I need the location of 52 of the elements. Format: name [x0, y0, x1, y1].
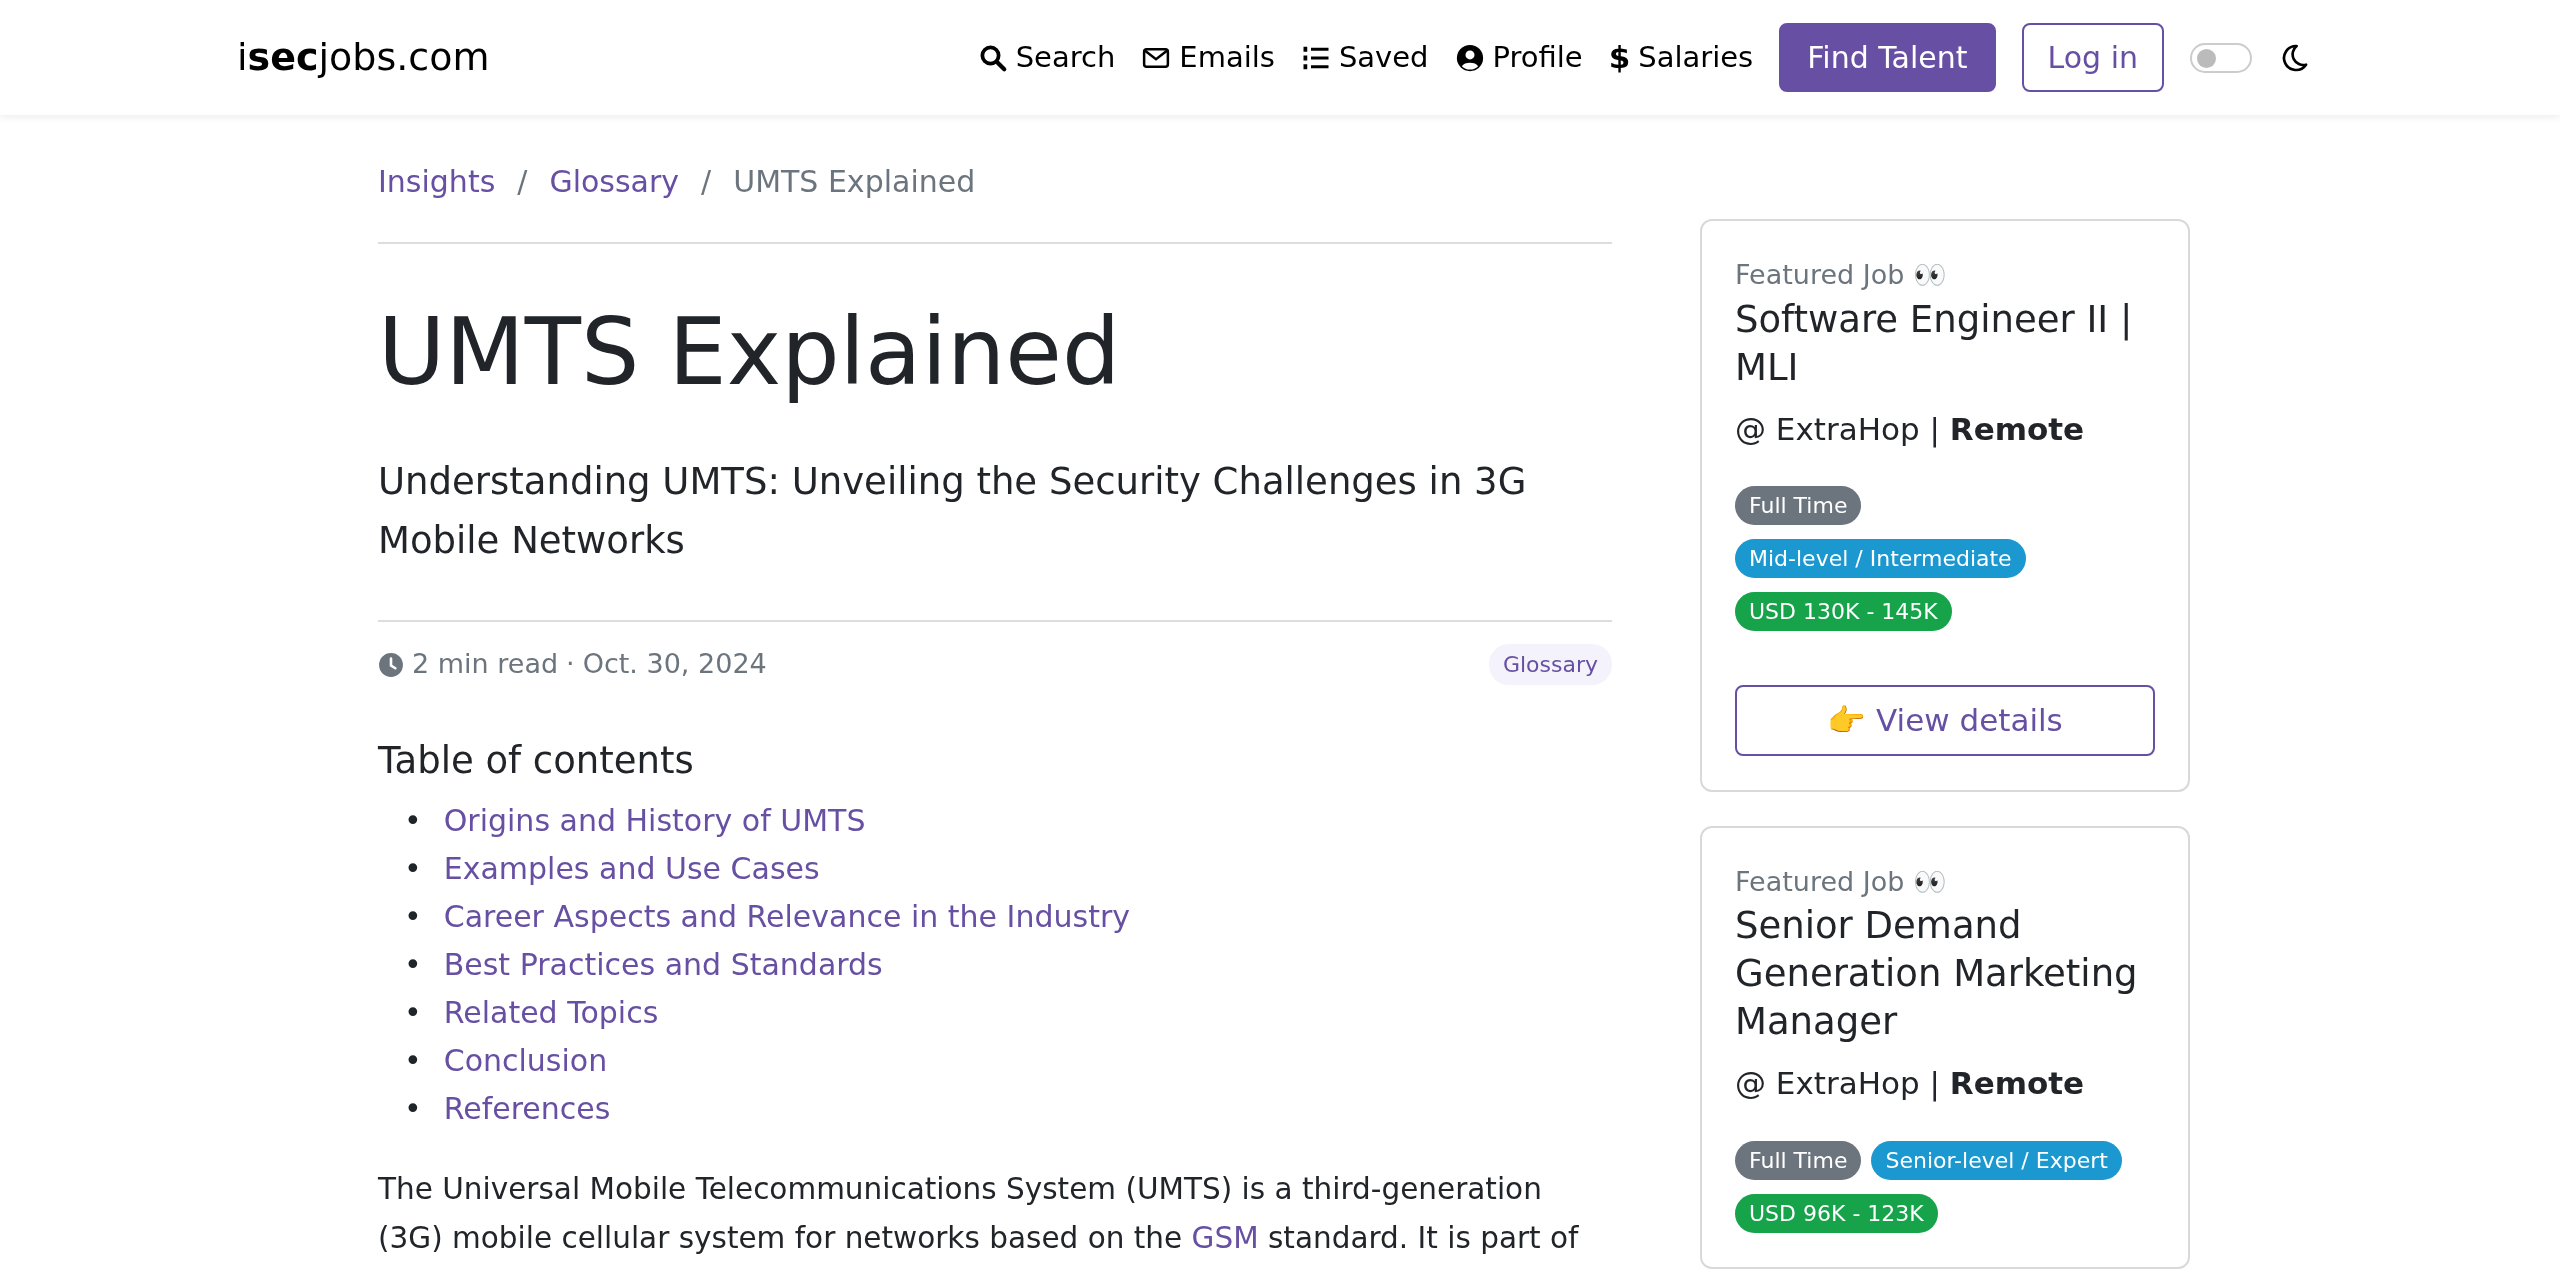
article-paragraph: The Universal Mobile Telecommunications System (UMTS) is a third-generation (3G) mobile cellular system for networks based on the GSM standard. It is part of: [378, 1170, 1580, 1257]
toc-link[interactable]: Examples and Use Cases: [443, 844, 820, 893]
job-title: Software Engineer II | MLI: [1735, 296, 2134, 391]
list-bullet: •: [404, 1089, 422, 1128]
level-badge: Mid-level / Intermediate: [1735, 539, 2026, 579]
list-bullet: •: [404, 897, 422, 936]
breadcrumb-link[interactable]: Glossary: [549, 159, 680, 204]
breadcrumb-link[interactable]: Insights: [378, 159, 496, 204]
article-subtitle: Understanding UMTS: Unveiling the Security Challenges in 3G Mobile Networks: [378, 459, 1528, 564]
toc-link[interactable]: Conclusion: [443, 1036, 608, 1085]
user-circle-icon: [1454, 42, 1485, 73]
separator-dot: ·: [566, 647, 575, 682]
toc-heading: Table of contents: [378, 738, 695, 785]
read-time: 2 min read: [412, 647, 559, 682]
list-bullet: •: [404, 993, 422, 1032]
nav-link[interactable]: Profile: [1454, 35, 1583, 80]
nav-link[interactable]: Emails: [1141, 35, 1275, 80]
article-title: UMTS Explained: [378, 302, 1122, 404]
nav-link[interactable]: Search: [977, 35, 1116, 80]
clock-icon: [378, 651, 404, 678]
nav-link[interactable]: $ Salaries: [1608, 34, 1754, 81]
job-type-badge: Full Time: [1735, 486, 1862, 526]
toc-link[interactable]: References: [443, 1084, 611, 1133]
publish-date: Oct. 30, 2024: [582, 647, 767, 682]
list-bullet: •: [404, 801, 422, 840]
site-logo[interactable]: isecjobs.com: [237, 29, 490, 86]
featured-label: Featured Job 👀: [1735, 864, 1948, 899]
list-bullet: •: [404, 945, 422, 984]
breadcrumb-separator: /: [517, 163, 528, 201]
featured-label: Featured Job 👀: [1735, 258, 1948, 292]
list-bullet: •: [404, 849, 422, 888]
theme-toggle-switch[interactable]: [2190, 42, 2252, 73]
login-button[interactable]: Log in: [2021, 23, 2164, 92]
job-type-badge: Full Time: [1735, 1140, 1862, 1180]
salary-badge: USD 96K - 123K: [1735, 1193, 1938, 1233]
company-location: @ ExtraHop | Remote: [1735, 1064, 2086, 1104]
breadcrumb-current: UMTS Explained: [733, 163, 976, 201]
toc-link[interactable]: Career Aspects and Relevance in the Industry: [443, 892, 1130, 941]
breadcrumb-separator: /: [701, 163, 712, 201]
company-location: @ ExtraHop | Remote: [1735, 409, 2086, 450]
view-details-button[interactable]: 👉 View details: [1735, 685, 2155, 756]
find-talent-button[interactable]: Find Talent: [1779, 23, 1996, 92]
toc-link[interactable]: Origins and History of UMTS: [443, 796, 866, 845]
salary-badge: USD 130K - 145K: [1735, 592, 1952, 632]
toc-link[interactable]: Related Topics: [443, 988, 659, 1037]
level-badge: Senior-level / Expert: [1871, 1140, 2122, 1180]
nav-link[interactable]: Saved: [1300, 35, 1429, 80]
inline-link[interactable]: GSM: [1191, 1220, 1259, 1255]
list-bullet: •: [404, 1041, 422, 1080]
category-tag[interactable]: Glossary: [1488, 644, 1612, 686]
job-title: Senior Demand Generation Marketing Manager: [1735, 903, 2139, 1046]
toc-link[interactable]: Best Practices and Standards: [443, 940, 883, 989]
